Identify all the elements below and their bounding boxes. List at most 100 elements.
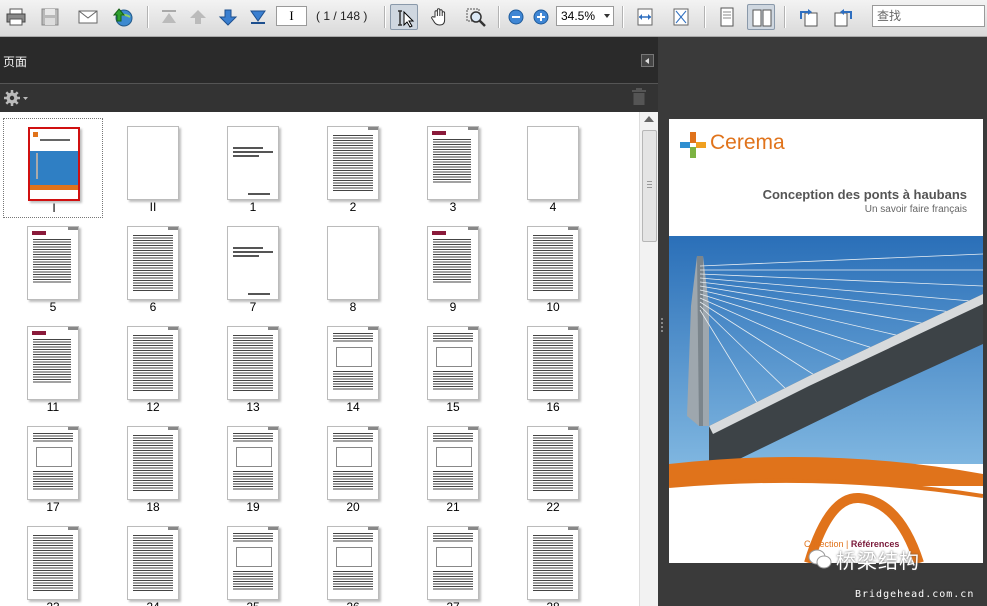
page-thumbnail[interactable]: II	[103, 118, 203, 218]
page-thumbnail-label: 22	[546, 500, 560, 514]
page-thumbnail[interactable]: 24	[103, 518, 203, 606]
page-thumbnail[interactable]: 7	[203, 218, 303, 318]
single-page-button[interactable]	[713, 4, 741, 30]
page-thumbnail-image	[127, 126, 179, 200]
two-page-button[interactable]	[747, 4, 775, 30]
email-button[interactable]	[74, 4, 102, 30]
page-thumbnail[interactable]: 6	[103, 218, 203, 318]
page-thumbnail-image	[327, 126, 379, 200]
zoom-select[interactable]: 34.5%	[556, 6, 614, 26]
last-page-button[interactable]	[244, 4, 272, 30]
page-thumbnail-label: 4	[549, 200, 557, 214]
previous-page-button[interactable]	[184, 4, 212, 30]
page-thumbnail[interactable]: 14	[303, 318, 403, 418]
page-thumbnail[interactable]: 23	[3, 518, 103, 606]
page-thumbnail-label: 26	[303, 600, 403, 606]
two-page-icon	[752, 9, 772, 27]
page-thumbnail-label: 13	[246, 400, 260, 414]
page-thumbnail[interactable]: 16	[503, 318, 603, 418]
page-thumbnail-label: I	[52, 201, 56, 215]
rotate-ccw-icon	[800, 9, 818, 27]
collaborate-button[interactable]	[109, 4, 137, 30]
page-thumbnail[interactable]: 10	[503, 218, 603, 318]
hand-tool-button[interactable]	[426, 4, 454, 30]
page-thumbnail[interactable]: 3	[403, 118, 503, 218]
zoom-out-button[interactable]	[502, 4, 530, 30]
wechat-icon	[808, 549, 832, 569]
scroll-grip	[647, 187, 652, 188]
fit-width-button[interactable]	[631, 4, 659, 30]
floppy-icon	[41, 8, 59, 26]
page-thumbnail[interactable]: 25	[203, 518, 303, 606]
toolbar-separator	[622, 6, 624, 28]
next-page-button[interactable]	[214, 4, 242, 30]
marquee-zoom-button[interactable]	[462, 4, 490, 30]
collapse-panel-button[interactable]	[641, 54, 654, 67]
page-thumbnail[interactable]: 18	[103, 418, 203, 518]
page-thumbnail-image	[27, 426, 79, 500]
first-page-icon	[162, 10, 176, 23]
magnifier-icon	[466, 8, 486, 27]
panel-splitter[interactable]	[658, 37, 668, 606]
toolbar-separator	[498, 6, 500, 28]
delete-pages-button[interactable]	[631, 88, 647, 111]
page-thumbnail[interactable]: 19	[203, 418, 303, 518]
page-thumbnail[interactable]: 4	[503, 118, 603, 218]
page-thumbnail-image	[27, 326, 79, 400]
panel-title: 页面	[3, 55, 28, 69]
zoom-in-button[interactable]	[527, 4, 555, 30]
page-thumbnail[interactable]: 11	[3, 318, 103, 418]
thumbnails-scrollbar[interactable]	[639, 112, 659, 606]
select-tool-button[interactable]	[390, 4, 418, 30]
fit-width-icon	[637, 8, 653, 26]
page-thumbnail[interactable]: 12	[103, 318, 203, 418]
page-thumbnail-image	[427, 126, 479, 200]
page-count: ( 1 / 148 )	[316, 9, 368, 23]
page-thumbnail-label: 11	[46, 400, 60, 414]
toolbar-separator	[147, 6, 149, 28]
scroll-up-arrow[interactable]	[644, 116, 654, 122]
page-thumbnail[interactable]: 2	[303, 118, 403, 218]
page-thumbnail-label: 20	[346, 500, 360, 514]
cover-page: Cerema Conception des ponts à haubans Un…	[669, 119, 983, 563]
page-thumbnail[interactable]: I	[3, 118, 103, 218]
rotate-right-button[interactable]	[830, 4, 858, 30]
envelope-icon	[78, 10, 98, 24]
page-thumbnail-label: 21	[446, 500, 460, 514]
page-thumbnail[interactable]: 13	[203, 318, 303, 418]
toolbar-separator	[384, 6, 386, 28]
page-thumbnail[interactable]: 8	[303, 218, 403, 318]
page-thumbnail[interactable]: 5	[3, 218, 103, 318]
scroll-thumb[interactable]	[642, 130, 657, 242]
first-page-button[interactable]	[155, 4, 183, 30]
options-menu-button[interactable]	[3, 89, 29, 112]
page-thumbnail[interactable]: 9	[403, 218, 503, 318]
page-thumbnail[interactable]: 17	[3, 418, 103, 518]
splitter-grip	[661, 330, 663, 332]
page-thumbnail[interactable]: 15	[403, 318, 503, 418]
page-thumbnail[interactable]: 26	[303, 518, 403, 606]
gear-icon	[4, 90, 28, 106]
rotate-left-button[interactable]	[794, 4, 822, 30]
page-thumbnail[interactable]: 1	[203, 118, 303, 218]
page-thumbnail-label: 7	[249, 300, 257, 314]
fit-page-button[interactable]	[667, 4, 695, 30]
page-thumbnail-label: 5	[49, 300, 57, 314]
page-thumbnail[interactable]: 21	[403, 418, 503, 518]
page-thumbnail[interactable]: 27	[403, 518, 503, 606]
page-thumbnail-image	[527, 326, 579, 400]
print-button[interactable]	[2, 4, 30, 30]
page-thumbnail[interactable]: 22	[503, 418, 603, 518]
page-thumbnail-image	[527, 526, 579, 600]
page-thumbnail-image	[427, 426, 479, 500]
zoom-out-icon	[508, 9, 524, 25]
page-thumbnail-label: 9	[449, 300, 457, 314]
page-thumbnail[interactable]: 20	[303, 418, 403, 518]
save-button[interactable]	[36, 4, 64, 30]
search-input[interactable]: 查找	[872, 5, 985, 27]
page-thumbnail[interactable]: 28	[503, 518, 603, 606]
page-thumbnail-image	[427, 326, 479, 400]
zoom-value: 34.5%	[561, 9, 596, 23]
page-thumbnail-image	[327, 426, 379, 500]
page-number-input[interactable]: I	[276, 6, 307, 26]
